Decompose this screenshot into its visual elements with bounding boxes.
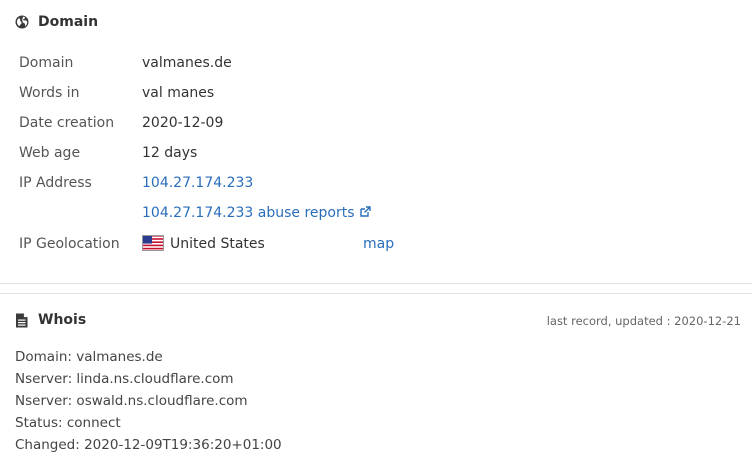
date-creation-label: Date creation xyxy=(19,115,115,131)
map-link[interactable]: map xyxy=(363,234,394,254)
document-icon xyxy=(15,313,29,328)
web-age-label: Web age xyxy=(19,145,81,161)
whois-updated-text: last record, updated : 2020-12-21 xyxy=(546,314,741,328)
whois-record: Domain: valmanes.de Nserver: linda.ns.cl… xyxy=(15,346,282,456)
whois-line: Changed: 2020-12-09T19:36:20+01:00 xyxy=(15,437,282,453)
ip-address-link[interactable]: 104.27.174.233 xyxy=(142,175,253,191)
geolocation-label: IP Geolocation xyxy=(19,236,120,252)
domain-value: valmanes.de xyxy=(142,55,232,71)
globe-icon xyxy=(15,15,29,29)
abuse-value-wrap: 104.27.174.233 abuse reports xyxy=(142,203,371,223)
ip-address-label: IP Address xyxy=(19,175,92,191)
whois-section-title-text: Whois xyxy=(38,312,87,328)
whois-line: Nserver: linda.ns.cloudflare.com xyxy=(15,371,234,387)
whois-line: Nserver: oswald.ns.cloudflare.com xyxy=(15,393,248,409)
external-link-icon xyxy=(359,204,371,217)
whois-line: Status: connect xyxy=(15,415,121,431)
geolocation-value: United States xyxy=(142,234,265,254)
domain-panel: Domain Domain valmanes.de Words in val m… xyxy=(0,0,752,283)
words-label: Words in xyxy=(19,85,80,101)
web-age-value: 12 days xyxy=(142,145,198,161)
country-name: United States xyxy=(170,236,265,252)
ip-address-value-wrap: 104.27.174.233 xyxy=(142,173,253,193)
date-creation-value: 2020-12-09 xyxy=(142,115,224,131)
domain-section-title-text: Domain xyxy=(38,14,99,30)
abuse-reports-text: 104.27.174.233 abuse reports xyxy=(142,205,355,221)
abuse-reports-link[interactable]: 104.27.174.233 abuse reports xyxy=(142,205,371,221)
words-value: val manes xyxy=(142,85,215,101)
whois-panel: Whois last record, updated : 2020-12-21 … xyxy=(0,294,752,464)
whois-line: Domain: valmanes.de xyxy=(15,349,163,365)
us-flag-icon xyxy=(142,235,164,251)
whois-section-title: Whois xyxy=(15,310,86,330)
domain-label: Domain xyxy=(19,55,74,71)
domain-section-title: Domain xyxy=(15,12,98,32)
section-divider xyxy=(0,283,752,284)
